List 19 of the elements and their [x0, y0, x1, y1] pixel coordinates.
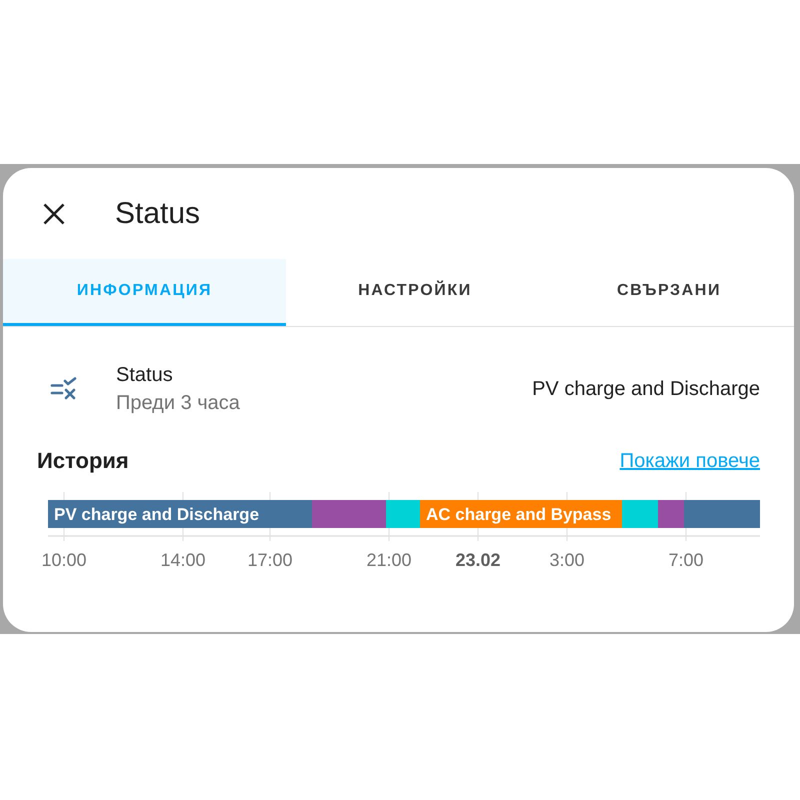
axis-tick-label: 10:00 — [41, 550, 87, 570]
axis-tick-label: 7:00 — [668, 550, 704, 570]
entity-name: Status — [116, 363, 173, 388]
close-icon — [43, 202, 65, 224]
last-changed-time: Преди 3 часа — [116, 391, 240, 416]
axis-tick-label: 21:00 — [366, 550, 412, 570]
close-button[interactable] — [43, 202, 65, 224]
tab[interactable]: СВЪРЗАНИ — [544, 259, 794, 326]
axis-tick-label: 23.02 — [455, 550, 501, 570]
section-heading: История — [37, 447, 129, 475]
entity-state: PV charge and Discharge — [532, 377, 760, 402]
dialog-title: Status — [115, 196, 200, 232]
list-check-icon — [50, 377, 78, 401]
tab[interactable]: НАСТРОЙКИ — [286, 259, 544, 326]
axis-tick-label: 17:00 — [247, 550, 293, 570]
segment-label: AC charge and Bypass — [426, 505, 612, 524]
axis-tick-label: 14:00 — [160, 550, 206, 570]
axis-tick-label: 3:00 — [549, 550, 585, 570]
segment-label: PV charge and Discharge — [54, 505, 260, 524]
